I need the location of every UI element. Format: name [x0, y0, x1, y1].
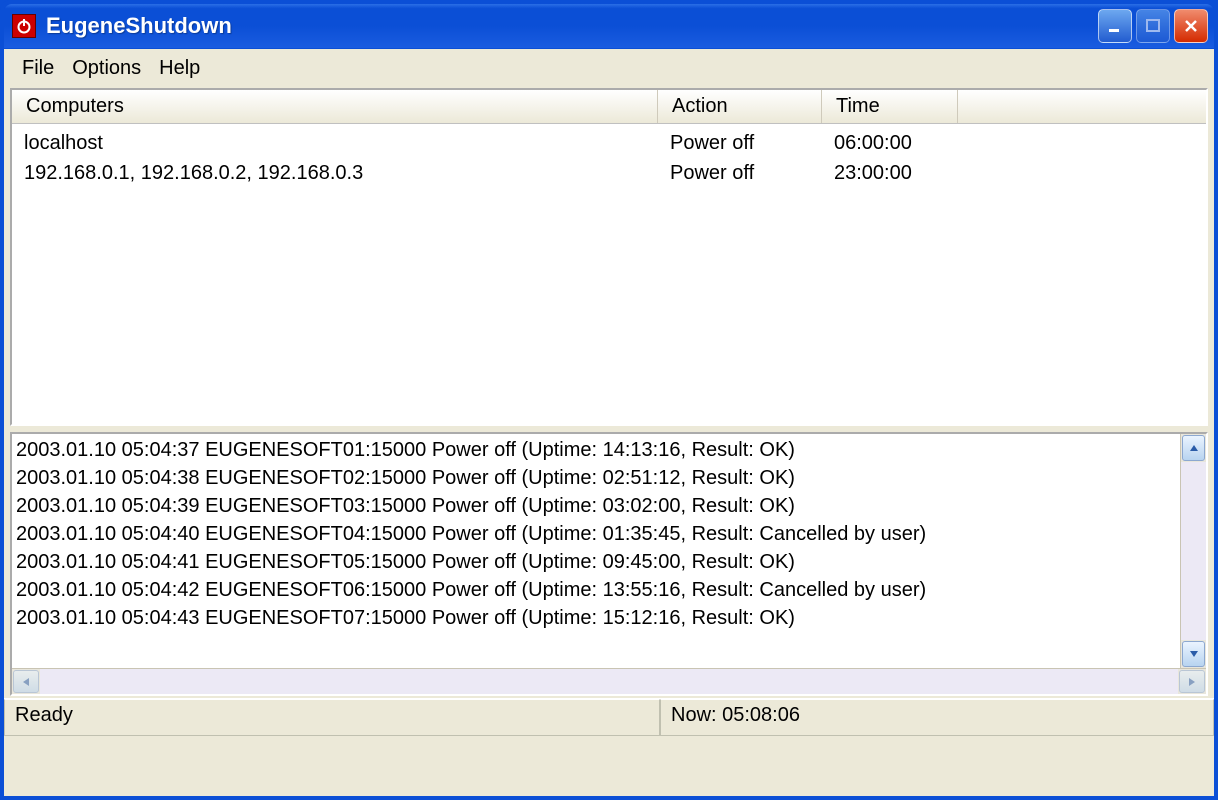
client-area: File Options Help Computers Action Time … — [4, 48, 1214, 796]
status-now: Now: 05:08:06 — [660, 699, 1214, 736]
list-header: Computers Action Time — [12, 90, 1206, 124]
app-window: EugeneShutdown File Options Help Compute… — [0, 0, 1218, 800]
power-icon — [12, 14, 36, 38]
menubar: File Options Help — [4, 49, 1214, 88]
col-header-spacer — [958, 90, 1206, 123]
schedule-list: Computers Action Time localhostPower off… — [10, 88, 1208, 426]
col-header-action[interactable]: Action — [658, 90, 822, 123]
log-line: 2003.01.10 05:04:37 EUGENESOFT01:15000 P… — [16, 436, 1180, 464]
log-line: 2003.01.10 05:04:42 EUGENESOFT06:15000 P… — [16, 576, 1180, 604]
cell-time: 23:00:00 — [822, 158, 958, 188]
log-body-wrapper: 2003.01.10 05:04:37 EUGENESOFT01:15000 P… — [12, 434, 1206, 668]
col-header-computers[interactable]: Computers — [12, 90, 658, 123]
cell-computers: 192.168.0.1, 192.168.0.2, 192.168.0.3 — [12, 158, 658, 188]
log-line: 2003.01.10 05:04:38 EUGENESOFT02:15000 P… — [16, 464, 1180, 492]
log-line: 2003.01.10 05:04:43 EUGENESOFT07:15000 P… — [16, 604, 1180, 632]
log-line: 2003.01.10 05:04:41 EUGENESOFT05:15000 P… — [16, 548, 1180, 576]
scroll-left-button[interactable] — [13, 670, 39, 693]
scroll-track-h[interactable] — [40, 669, 1178, 694]
window-title: EugeneShutdown — [46, 13, 1098, 39]
cell-action: Power off — [658, 158, 822, 188]
list-body[interactable]: localhostPower off06:00:00192.168.0.1, 1… — [12, 124, 1206, 424]
log-panel: 2003.01.10 05:04:37 EUGENESOFT01:15000 P… — [10, 432, 1208, 696]
statusbar: Ready Now: 05:08:06 — [4, 698, 1214, 736]
menu-file[interactable]: File — [14, 55, 62, 82]
vertical-scrollbar[interactable] — [1180, 434, 1206, 668]
menu-help[interactable]: Help — [151, 55, 208, 82]
titlebar[interactable]: EugeneShutdown — [4, 4, 1214, 48]
scroll-up-button[interactable] — [1182, 435, 1205, 461]
cell-computers: localhost — [12, 128, 658, 158]
log-line: 2003.01.10 05:04:40 EUGENESOFT04:15000 P… — [16, 520, 1180, 548]
cell-time: 06:00:00 — [822, 128, 958, 158]
log-lines[interactable]: 2003.01.10 05:04:37 EUGENESOFT01:15000 P… — [12, 434, 1180, 668]
minimize-button[interactable] — [1098, 9, 1132, 43]
menu-options[interactable]: Options — [64, 55, 149, 82]
col-header-time[interactable]: Time — [822, 90, 958, 123]
status-ready: Ready — [4, 699, 660, 736]
cell-action: Power off — [658, 128, 822, 158]
window-controls — [1098, 9, 1208, 43]
log-line: 2003.01.10 05:04:39 EUGENESOFT03:15000 P… — [16, 492, 1180, 520]
horizontal-scrollbar[interactable] — [12, 668, 1206, 694]
scroll-down-button[interactable] — [1182, 641, 1205, 667]
table-row[interactable]: localhostPower off06:00:00 — [12, 128, 1206, 158]
close-button[interactable] — [1174, 9, 1208, 43]
table-row[interactable]: 192.168.0.1, 192.168.0.2, 192.168.0.3Pow… — [12, 158, 1206, 188]
maximize-button[interactable] — [1136, 9, 1170, 43]
scroll-track[interactable] — [1181, 462, 1206, 640]
scroll-right-button[interactable] — [1179, 670, 1205, 693]
